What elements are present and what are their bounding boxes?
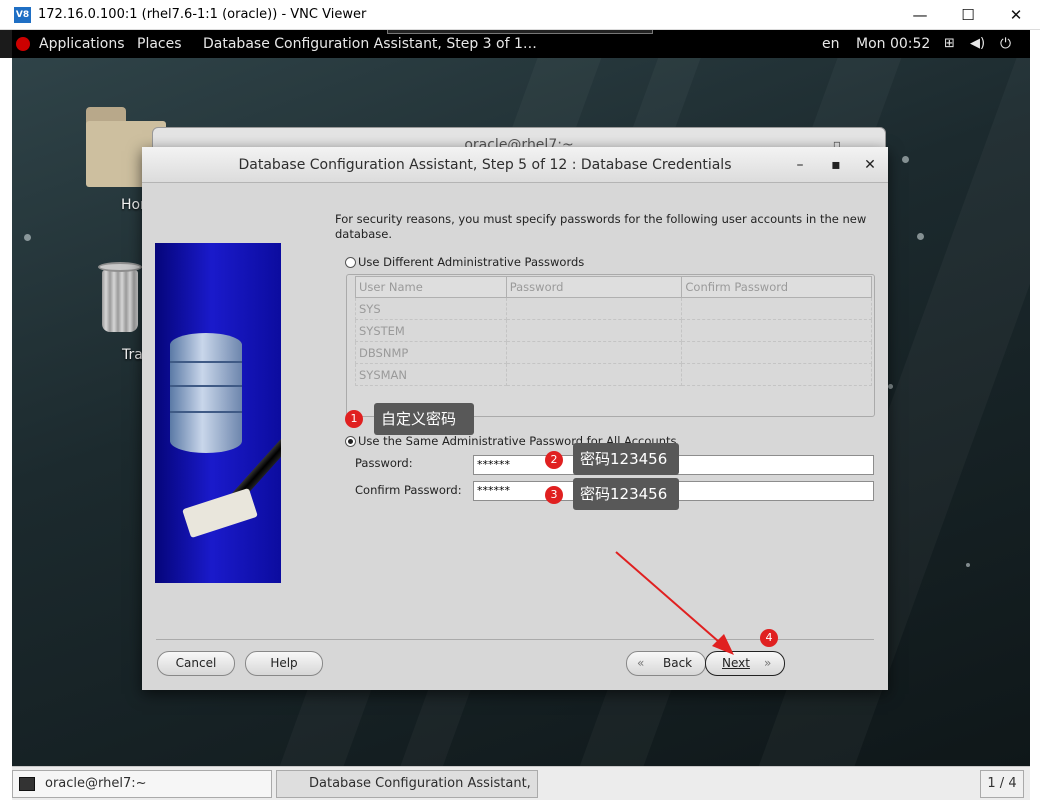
table-row: SYSTEM [355, 319, 872, 342]
radio-different-label[interactable]: Use Different Administrative Passwords [358, 255, 584, 269]
back-label: Back [663, 656, 693, 670]
password-cell [505, 319, 683, 342]
annotation-label-3: 密码123456 [573, 478, 679, 510]
trash-icon[interactable] [98, 262, 142, 332]
dialog-close-button[interactable]: ✕ [862, 157, 878, 173]
gnome-top-bar: Applications Places Database Configurati… [12, 30, 1030, 58]
confirm-cell [681, 363, 872, 386]
network-icon[interactable]: ⊞ [944, 36, 955, 51]
maximize-button[interactable]: ☐ [944, 0, 992, 30]
active-window-title[interactable]: Database Configuration Assistant, Step 3… [203, 36, 537, 52]
dbca-side-image [155, 243, 281, 583]
background-dot [24, 234, 31, 241]
cancel-button[interactable]: Cancel [157, 651, 235, 676]
password-label: Password: [355, 456, 413, 470]
chevron-right-icon: » [764, 656, 772, 670]
clock[interactable]: Mon 00:52 [856, 36, 930, 52]
vnc-window-title: 172.16.0.100:1 (rhel7.6-1:1 (oracle)) - … [38, 7, 367, 22]
vnc-titlebar: V8 172.16.0.100:1 (rhel7.6-1:1 (oracle))… [0, 0, 1040, 30]
language-indicator[interactable]: en [822, 36, 840, 52]
vnc-logo-icon: V8 [14, 7, 31, 23]
volume-icon[interactable]: ◀) [970, 36, 985, 51]
user-name-cell: SYSTEM [355, 319, 507, 342]
password-cell [505, 341, 683, 364]
close-button[interactable]: ✕ [992, 0, 1040, 30]
radio-different-passwords[interactable] [345, 257, 356, 268]
background-dot [902, 156, 909, 163]
password-table: User Name Password Confirm Password SYS … [355, 276, 872, 386]
dialog-maximize-button[interactable]: ▪ [828, 157, 844, 173]
terminal-icon [19, 777, 35, 791]
key-tag-icon [182, 487, 258, 539]
confirm-cell [681, 341, 872, 364]
places-menu[interactable]: Places [137, 36, 182, 52]
radio-same-password[interactable] [345, 436, 356, 447]
background-dot [966, 563, 970, 567]
power-icon[interactable]: ⏻ [1000, 36, 1011, 52]
intro-text: For security reasons, you must specify p… [335, 212, 867, 241]
annotation-label-2: 密码123456 [573, 443, 679, 475]
annotation-badge-4: 4 [760, 629, 778, 647]
confirm-password-label: Confirm Password: [355, 483, 462, 497]
dbca-dialog: Database Configuration Assistant, Step 5… [142, 147, 888, 690]
table-row: SYS [355, 297, 872, 320]
annotation-label-1: 自定义密码 [374, 403, 474, 435]
bottom-border [0, 800, 1040, 807]
annotation-badge-2: 2 [545, 451, 563, 469]
table-row: DBSNMP [355, 341, 872, 364]
topbar-indicator [387, 30, 653, 34]
next-button[interactable]: Next » [705, 651, 785, 676]
workspace-indicator[interactable]: 1 / 4 [980, 770, 1024, 798]
database-cylinder-icon [170, 333, 242, 453]
redhat-icon [16, 37, 30, 51]
minimize-button[interactable]: — [896, 0, 944, 30]
task-dbca[interactable]: Database Configuration Assistant, St… [276, 770, 538, 807]
task-terminal[interactable]: oracle@rhel7:~ [12, 770, 272, 798]
help-button[interactable]: Help [245, 651, 323, 676]
back-button[interactable]: « Back [626, 651, 706, 676]
user-name-cell: SYS [355, 297, 507, 320]
password-cell [505, 297, 683, 320]
annotation-badge-1: 1 [345, 410, 363, 428]
next-label: Next [722, 656, 750, 670]
taskbar: oracle@rhel7:~ Database Configuration As… [12, 766, 1030, 807]
left-border [0, 58, 12, 807]
right-border [1030, 30, 1040, 807]
dialog-minimize-button[interactable]: – [792, 157, 808, 173]
task-terminal-label: oracle@rhel7:~ [45, 776, 147, 791]
applications-menu[interactable]: Applications [39, 36, 125, 52]
dbca-body: For security reasons, you must specify p… [142, 183, 888, 690]
trash-label[interactable]: Tra [122, 347, 143, 363]
annotation-badge-3: 3 [545, 486, 563, 504]
confirm-cell [681, 319, 872, 342]
password-cell [505, 363, 683, 386]
background-dot [888, 384, 893, 389]
user-name-cell: DBSNMP [355, 341, 507, 364]
column-header: Confirm Password [681, 276, 872, 298]
column-header: User Name [355, 276, 507, 298]
confirm-cell [681, 297, 872, 320]
user-name-cell: SYSMAN [355, 363, 507, 386]
background-dot [917, 233, 924, 240]
chevron-left-icon: « [637, 656, 645, 670]
table-row: SYSMAN [355, 363, 872, 386]
vnc-window-controls: — ☐ ✕ [896, 0, 1040, 30]
dbca-title: Database Configuration Assistant, Step 5… [238, 157, 732, 173]
column-header: Password [505, 276, 683, 298]
dbca-titlebar: Database Configuration Assistant, Step 5… [142, 147, 888, 183]
